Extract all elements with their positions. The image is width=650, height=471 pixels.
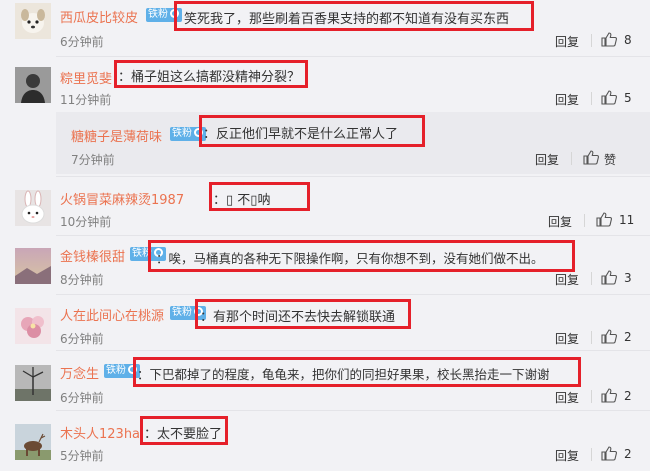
reply-button[interactable]: 回复 [555,447,579,464]
dog-avatar-icon [15,3,51,39]
deer-avatar-icon [15,424,51,460]
like-count: 5 [624,91,632,105]
fan-badge-label: 铁粉 [172,128,192,139]
separator [591,34,592,47]
separator [571,152,572,165]
comment-username[interactable]: 人在此间心在桃源 [60,305,164,324]
comment-username[interactable]: 粽里觅斐 [60,68,112,87]
like-count: 3 [624,271,632,285]
like-count: 赞 [604,153,617,167]
thumbs-up-icon[interactable] [601,90,617,105]
comment-username[interactable]: 火锅冒菜麻辣烫1987 [60,189,184,208]
comment-text: ：唉，马桶真的各种无下限操作啊，只有你想不到，没有她们做不出。 [156,251,544,266]
comment-text: ：▯ 不▯呐 [213,193,271,208]
reply-button[interactable]: 回复 [555,33,579,50]
reply-button[interactable]: 回复 [555,389,579,406]
windmill-avatar-icon [15,365,51,401]
thumbs-up-icon[interactable] [601,388,617,403]
separator [591,331,592,344]
comment-username[interactable]: 木头人123ha [60,423,140,442]
comment-item: 万念生 铁粉 ：下巴都掉了的程度，龟龟来，把你们的同担好果果，校长黑抬走一下谢谢… [0,351,650,411]
separator [584,214,585,227]
fan-badge-label: 铁粉 [148,9,168,20]
comment-username[interactable]: 金钱榛很甜 [60,246,125,265]
like-count: 8 [624,33,632,47]
comment-item: 火锅冒菜麻辣烫1987 ：▯ 不▯呐 10分钟前 回复 11 [0,177,650,234]
separator [591,272,592,285]
comment-item: 木头人123ha ：太不要脸了 5分钟前 回复 2 [0,411,650,471]
avatar[interactable] [15,190,51,226]
like-count: 2 [624,389,632,403]
avatar[interactable] [15,308,51,344]
comment-text: 笑死我了，那些刷着百香果支持的都不知道有没有买东西 [184,12,510,27]
like-count: 11 [619,213,635,227]
like-count: 2 [624,447,632,461]
comment-text: ：下巴都掉了的程度，龟龟来，把你们的同担好果果，校长黑抬走一下谢谢 [137,367,550,382]
fan-badge-label: 铁粉 [172,307,192,318]
avatar[interactable] [15,248,51,284]
comment-time: 6分钟前 [60,391,104,405]
comment-text: ：桶子姐这么搞都没精神分裂？ [118,70,301,85]
flower-avatar-icon [15,308,51,344]
reply-button[interactable]: 回复 [555,91,579,108]
fan-badge-label: 铁粉 [106,365,126,376]
thumbs-up-icon[interactable] [596,212,612,227]
person-avatar-icon [15,67,51,103]
comment-time: 7分钟前 [71,153,115,167]
avatar[interactable] [15,67,51,103]
reply-button[interactable]: 回复 [555,271,579,288]
thumbs-up-icon[interactable] [601,329,617,344]
comment-item: 西瓜皮比较皮 铁粉 笑死我了，那些刷着百香果支持的都不知道有没有买东西 6分钟前… [0,0,650,56]
comment-time: 10分钟前 [60,215,112,229]
comment-text: ：太不要脸了 [144,427,223,442]
avatar[interactable] [15,365,51,401]
comment-username[interactable]: 万念生 [60,363,99,382]
comment-item: 人在此间心在桃源 铁粉 ：有那个时间还不去快去解锁联通 6分钟前 回复 2 [0,295,650,350]
comment-username[interactable]: 西瓜皮比较皮 [60,7,138,26]
avatar[interactable] [15,424,51,460]
like-count: 2 [624,330,632,344]
thumbs-up-icon[interactable] [601,270,617,285]
reply-button[interactable]: 回复 [555,330,579,347]
comment-time: 5分钟前 [60,449,104,463]
comment-username[interactable]: 糖糖子是薄荷味 [71,126,162,145]
thumbs-up-icon[interactable] [601,32,617,47]
comment-text: ：反正他们早就不是什么正常人了 [203,127,399,142]
avatar[interactable] [15,3,51,39]
sunset-avatar-icon [15,248,51,284]
comment-time: 6分钟前 [60,35,104,49]
bunny-avatar-icon [15,190,51,226]
comment-text: ：有那个时间还不去快去解锁联通 [200,310,396,325]
thumbs-up-icon[interactable] [601,446,617,461]
comment-time: 6分钟前 [60,332,104,346]
reply-button[interactable]: 回复 [548,213,572,230]
comment-item: 金钱榛很甜 铁粉 ：唉，马桶真的各种无下限操作啊，只有你想不到，没有她们做不出。… [0,236,650,294]
separator [591,92,592,105]
comment-time: 8分钟前 [60,273,104,287]
comment-item: 粽里觅斐 ：桶子姐这么搞都没精神分裂？ 11分钟前 回复 5 [0,57,650,115]
separator [591,390,592,403]
separator [591,448,592,461]
comment-time: 11分钟前 [60,93,112,107]
reply-thread: 糖糖子是薄荷味 铁粉 ：反正他们早就不是什么正常人了 7分钟前 回复 赞 [56,112,650,174]
reply-button[interactable]: 回复 [535,151,559,168]
thumbs-up-icon[interactable] [583,150,599,165]
